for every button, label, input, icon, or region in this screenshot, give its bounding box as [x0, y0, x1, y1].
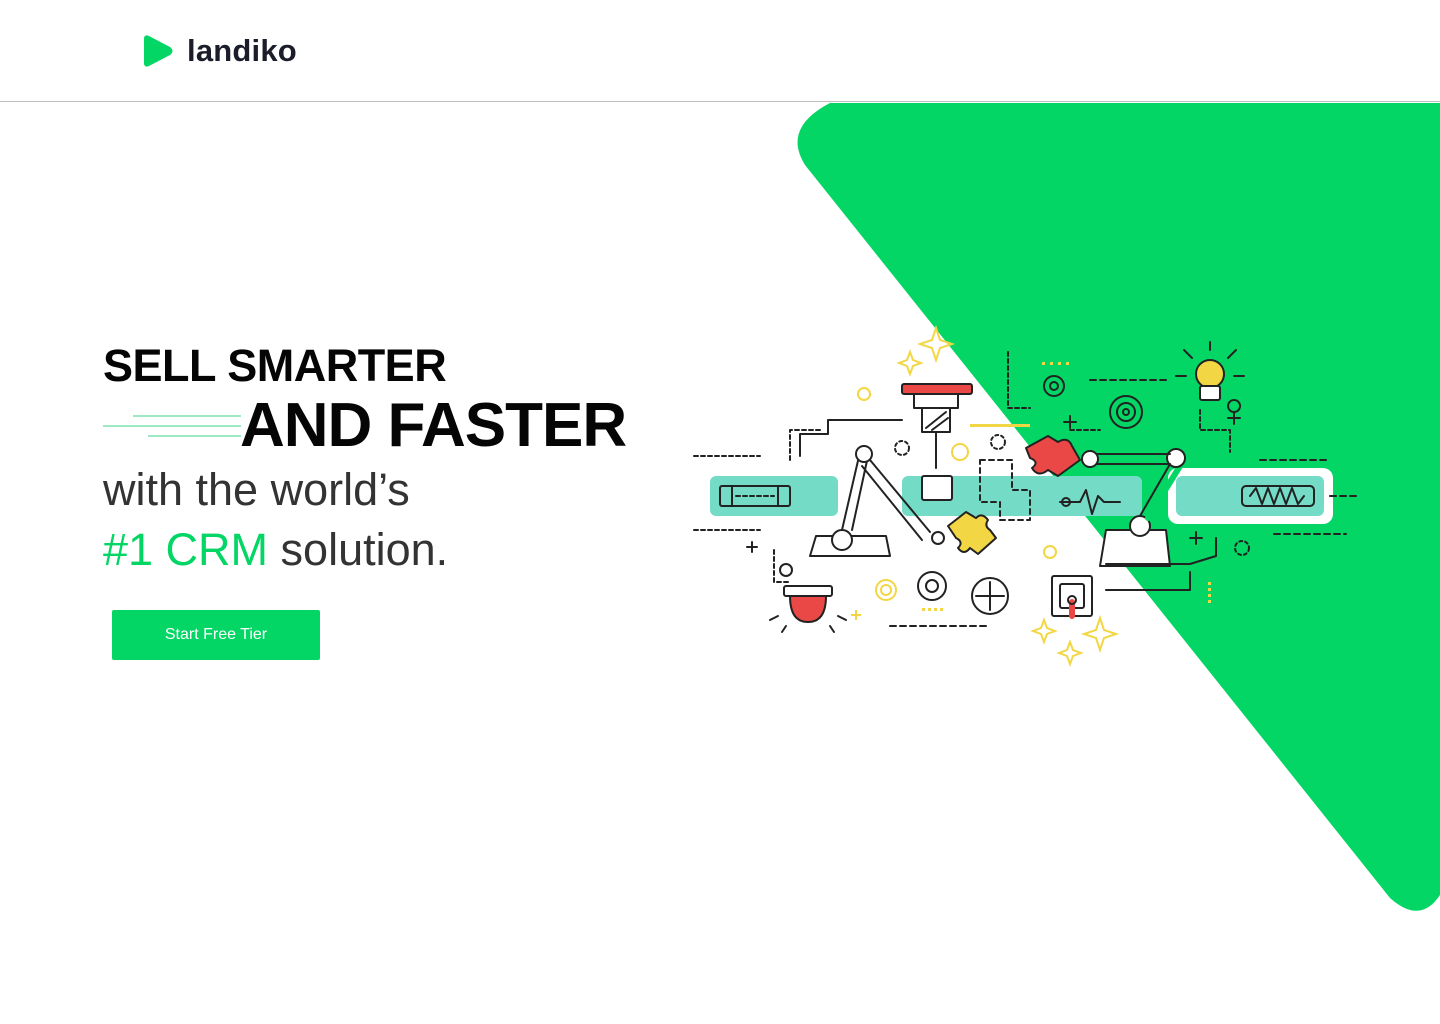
yellow-puzzle-piece-icon [947, 511, 997, 555]
subheadline-rest: solution. [268, 524, 449, 575]
gear-icon [1043, 375, 1065, 397]
gear-icon [917, 571, 947, 601]
light-bulb-icon [1175, 341, 1245, 401]
speed-lines-icon [103, 415, 241, 437]
subheadline-line-2: #1 CRM solution. [103, 520, 626, 580]
gear-icon [1109, 395, 1143, 429]
subheadline-accent: #1 CRM [103, 524, 269, 575]
robotic-assembly-line-illustration [693, 324, 1361, 667]
headline-line-1: SELL SMARTER [103, 340, 447, 391]
hero-copy: SELL SMARTER AND FASTER with the world’s… [103, 340, 627, 580]
headline-line-2: AND FASTER [240, 391, 627, 460]
toggle-switch-icon [1051, 575, 1093, 619]
start-free-tier-button[interactable]: Start Free Tier [112, 610, 320, 660]
subheadline-line-1: with the world’s [103, 464, 410, 515]
headline-line-2-wrapper: AND FASTER [103, 391, 627, 460]
alarm-siren-icon [769, 585, 847, 633]
red-puzzle-piece-icon [1025, 435, 1081, 477]
